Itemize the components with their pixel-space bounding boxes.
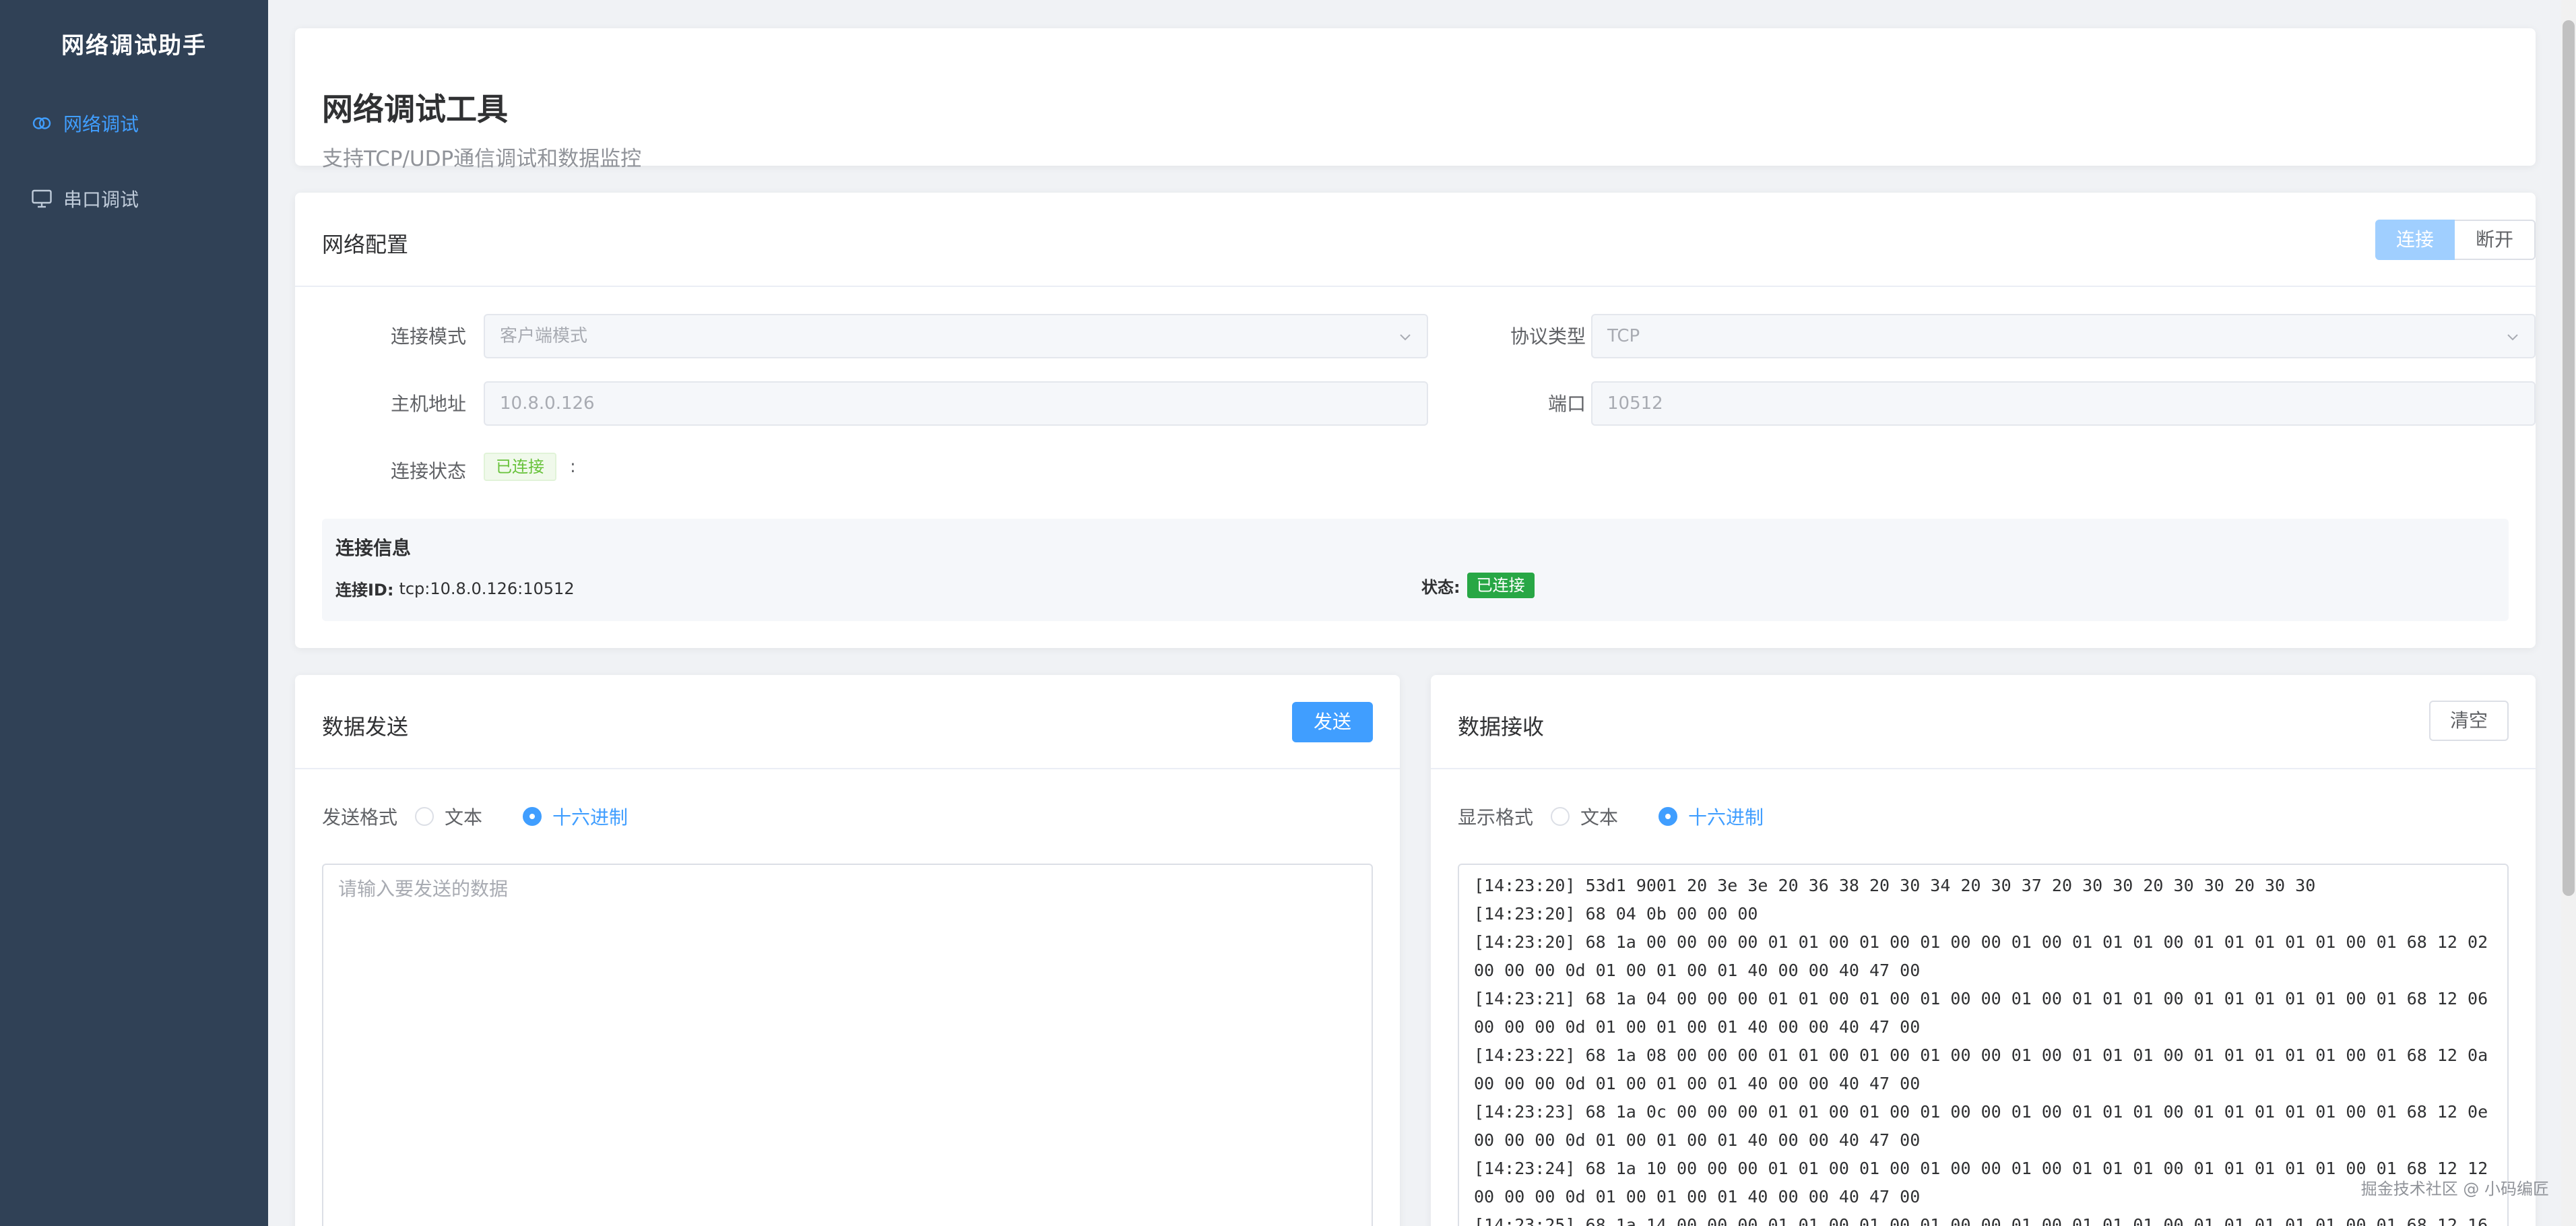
port-input[interactable]: 10512	[1591, 381, 2536, 426]
radio-label-hex: 十六进制	[552, 806, 629, 829]
radio-dot	[523, 807, 542, 826]
monitor-icon	[30, 187, 54, 211]
radio-dot	[415, 807, 434, 826]
log-line: [14:23:22] 68 1a 08 00 00 00 01 01 00 01…	[1474, 1045, 2488, 1093]
state-badge: 已连接	[1467, 573, 1535, 598]
data-send-card: 数据发送 发送 发送格式 文本 十六进制 请输入要发送的数据	[295, 675, 1400, 1226]
port-input-value: 10512	[1607, 393, 1663, 414]
radio-label-text: 文本	[1580, 806, 1619, 829]
log-line: [14:23:20] 68 04 0b 00 00 00	[1474, 904, 1758, 924]
clear-button[interactable]: 清空	[2429, 701, 2509, 741]
card-title: 网络配置	[322, 232, 409, 257]
host-input-value: 10.8.0.126	[500, 393, 595, 414]
radio-dot	[1659, 807, 1678, 826]
page-subtitle: 支持TCP/UDP通信调试和数据监控	[322, 147, 642, 171]
sidebar-item-network-debug[interactable]: 网络调试	[0, 86, 268, 160]
app-root: 网络调试助手 网络调试 串口调试 网络调试工具 支持TCP/UDP通信调试和数据…	[0, 0, 2576, 1226]
display-format-label: 显示格式	[1458, 806, 1534, 829]
card-header: 网络配置 连接 断开	[295, 193, 2536, 287]
log-line: [14:23:25] 68 1a 14 00 00 00 01 01 00 01…	[1474, 1215, 2488, 1226]
send-button[interactable]: 发送	[1292, 702, 1373, 742]
watermark: 掘金技术社区 @ 小码编匠	[2360, 1180, 2549, 1198]
chevron-down-icon	[1400, 334, 1411, 341]
receive-log[interactable]: [14:23:20] 53d1 9001 20 3e 3e 20 36 38 2…	[1458, 864, 2509, 1226]
protocol-label: 协议类型	[1510, 325, 1586, 348]
connect-button[interactable]: 连接	[2375, 220, 2455, 260]
page-title: 网络调试工具	[322, 91, 508, 127]
data-receive-card: 数据接收 清空 显示格式 文本 十六进制 [14:23:20] 53d1 900…	[1431, 675, 2536, 1226]
page-header-card: 网络调试工具 支持TCP/UDP通信调试和数据监控	[295, 28, 2536, 171]
log-line: [14:23:21] 68 1a 04 00 00 00 01 01 00 01…	[1474, 989, 2488, 1037]
sidebar-item-label: 串口调试	[63, 189, 139, 211]
connection-info-box: 连接信息 连接ID: tcp:10.8.0.126:10512 状态: 已连接	[322, 519, 2509, 621]
page-scrollbar[interactable]	[2561, 0, 2576, 1226]
mode-label: 连接模式	[390, 325, 466, 348]
card-header: 数据发送 发送	[295, 675, 1400, 769]
log-line: [14:23:24] 68 1a 10 00 00 00 01 01 00 01…	[1474, 1159, 2488, 1206]
link-icon	[30, 111, 54, 135]
host-label: 主机地址	[390, 393, 466, 415]
status-colon: :	[570, 457, 576, 477]
send-data-textarea[interactable]: 请输入要发送的数据	[322, 864, 1373, 1226]
send-format-group: 发送格式 文本 十六进制	[322, 803, 668, 830]
mode-select[interactable]: 客户端模式	[484, 314, 1428, 358]
sidebar: 网络调试助手 网络调试 串口调试	[0, 0, 268, 1226]
card-title: 数据接收	[1458, 714, 1545, 740]
send-format-hex-radio[interactable]: 十六进制	[523, 803, 628, 830]
mode-select-value: 客户端模式	[500, 326, 588, 346]
display-format-text-radio[interactable]: 文本	[1551, 803, 1618, 830]
display-format-group: 显示格式 文本 十六进制	[1458, 803, 1804, 830]
card-title: 数据发送	[322, 714, 409, 740]
status-badge: 已连接	[484, 453, 556, 481]
network-config-card: 网络配置 连接 断开 连接模式 客户端模式 协议类型 TCP 主机地址 10.8…	[295, 193, 2536, 648]
scrollbar-thumb[interactable]	[2563, 20, 2575, 896]
status-group: 已连接 :	[484, 453, 576, 481]
main-content: 网络调试工具 支持TCP/UDP通信调试和数据监控 网络配置 连接 断开 连接模…	[268, 0, 2576, 1226]
app-brand: 网络调试助手	[61, 32, 207, 59]
protocol-select[interactable]: TCP	[1591, 314, 2536, 358]
conn-id-row: 连接ID: tcp:10.8.0.126:10512	[335, 577, 575, 600]
state-label: 状态:	[1421, 577, 1460, 597]
card-header: 数据接收 清空	[1431, 675, 2536, 769]
host-input[interactable]: 10.8.0.126	[484, 381, 1428, 426]
chevron-down-icon	[2507, 334, 2518, 341]
conn-id-label: 连接ID:	[335, 581, 394, 600]
send-format-text-radio[interactable]: 文本	[415, 803, 482, 830]
radio-dot	[1551, 807, 1570, 826]
sidebar-item-label: 网络调试	[63, 113, 139, 135]
info-title: 连接信息	[335, 537, 412, 559]
display-format-hex-radio[interactable]: 十六进制	[1659, 803, 1764, 830]
status-label: 连接状态	[390, 460, 466, 482]
state-row: 状态: 已连接	[1421, 573, 1535, 598]
protocol-select-value: TCP	[1607, 326, 1640, 346]
disconnect-button[interactable]: 断开	[2455, 220, 2536, 260]
radio-label-text: 文本	[445, 806, 483, 829]
send-format-label: 发送格式	[322, 806, 398, 829]
log-line: [14:23:23] 68 1a 0c 00 00 00 01 01 00 01…	[1474, 1102, 2488, 1150]
port-label: 端口	[1547, 393, 1586, 415]
conn-id-value: tcp:10.8.0.126:10512	[399, 579, 575, 598]
sidebar-item-serial-debug[interactable]: 串口调试	[0, 162, 268, 236]
log-line: [14:23:20] 68 1a 00 00 00 00 01 01 00 01…	[1474, 932, 2488, 980]
log-line: [14:23:20] 53d1 9001 20 3e 3e 20 36 38 2…	[1474, 876, 2316, 895]
radio-label-hex: 十六进制	[1688, 806, 1764, 829]
send-data-placeholder: 请输入要发送的数据	[338, 878, 509, 900]
